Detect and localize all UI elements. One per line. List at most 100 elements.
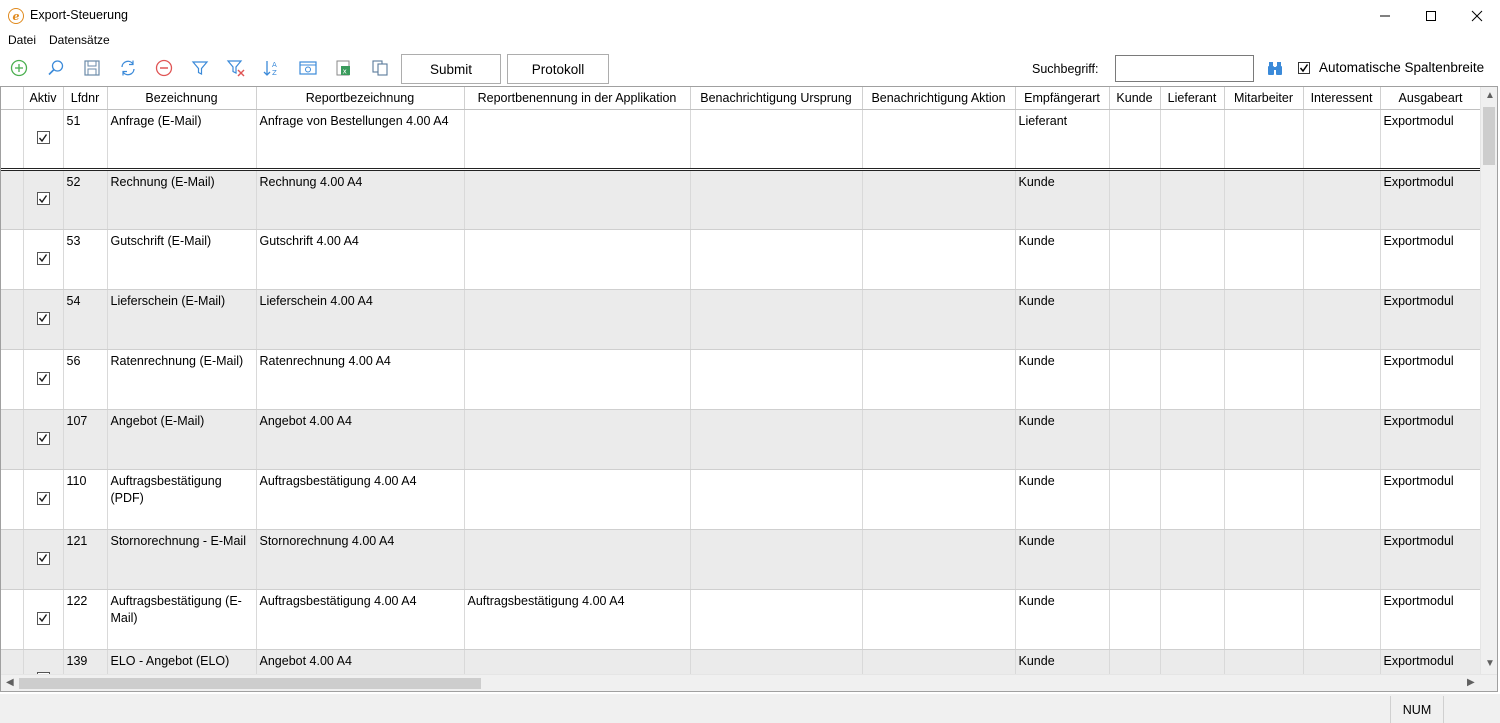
cell-reportbezeichnung[interactable]: Lieferschein 4.00 A4 [256, 289, 465, 350]
add-icon[interactable] [9, 58, 29, 78]
cell-aktion[interactable] [862, 409, 1016, 470]
scroll-up-icon[interactable]: ▲ [1485, 91, 1495, 101]
auto-width-checkbox[interactable]: Automatische Spaltenbreite [1298, 60, 1484, 75]
cell-reportbezeichnung[interactable]: Angebot 4.00 A4 [256, 409, 465, 470]
cell-kunde[interactable] [1109, 349, 1161, 410]
scroll-down-icon[interactable]: ▼ [1485, 659, 1495, 669]
cell-interessent[interactable] [1303, 589, 1381, 650]
cell-aktion[interactable] [862, 289, 1016, 350]
column-header[interactable]: Bezeichnung [107, 87, 257, 110]
column-header[interactable]: Kunde [1109, 87, 1161, 110]
cell-reportbezeichnung[interactable]: Stornorechnung 4.00 A4 [256, 529, 465, 590]
column-header[interactable]: Reportbenennung in der Applikation [464, 87, 691, 110]
cell-bezeichnung[interactable]: Lieferschein (E-Mail) [107, 289, 257, 350]
search-icon[interactable] [46, 58, 66, 78]
table-row[interactable]: 122 Auftragsbestätigung (E-Mail) Auftragsb… [1, 589, 1482, 650]
cell-empfaengerart[interactable]: Kunde [1015, 169, 1110, 230]
cell-aktion[interactable] [862, 469, 1016, 530]
cell-kunde[interactable] [1109, 589, 1161, 650]
cell-bezeichnung[interactable]: Gutschrift (E-Mail) [107, 229, 257, 290]
cell-reportbenennung[interactable] [464, 349, 691, 410]
cell-ausgabeart[interactable]: Exportmodul [1380, 529, 1482, 590]
cell-reportbezeichnung[interactable]: Anfrage von Bestellungen 4.00 A4 [256, 109, 465, 171]
cell-kunde[interactable] [1109, 169, 1161, 230]
row-selector[interactable] [1, 529, 24, 590]
checkbox-checked-icon[interactable] [1298, 61, 1310, 74]
cell-ursprung[interactable] [690, 469, 863, 530]
row-selector[interactable] [1, 469, 24, 530]
cell-lieferant[interactable] [1160, 289, 1225, 350]
menu-datei[interactable]: Datei [8, 33, 36, 47]
aktiv-checkbox[interactable] [36, 371, 50, 385]
submit-button[interactable]: Submit [401, 54, 501, 84]
cell-empfaengerart[interactable]: Lieferant [1015, 109, 1110, 171]
cell-lfdnr[interactable]: 53 [63, 229, 108, 290]
cell-reportbenennung[interactable] [464, 229, 691, 290]
cell-ursprung[interactable] [690, 349, 863, 410]
aktiv-checkbox[interactable] [36, 611, 50, 625]
horizontal-scroll-thumb[interactable] [19, 678, 481, 689]
cell-mitarbeiter[interactable] [1224, 289, 1304, 350]
cell-kunde[interactable] [1109, 109, 1161, 171]
cell-interessent[interactable] [1303, 169, 1381, 230]
aktiv-checkbox[interactable] [36, 131, 50, 145]
cell-aktion[interactable] [862, 529, 1016, 590]
cell-mitarbeiter[interactable] [1224, 169, 1304, 230]
cell-reportbezeichnung[interactable]: Ratenrechnung 4.00 A4 [256, 349, 465, 410]
table-row[interactable]: 121 Stornorechnung - E-Mail Stornorechnung… [1, 529, 1482, 590]
cell-lieferant[interactable] [1160, 349, 1225, 410]
filter-icon[interactable] [190, 58, 210, 78]
column-header[interactable]: Mitarbeiter [1224, 87, 1304, 110]
cell-aktion[interactable] [862, 229, 1016, 290]
delete-icon[interactable] [154, 58, 174, 78]
row-selector[interactable] [1, 349, 24, 410]
cell-empfaengerart[interactable]: Kunde [1015, 289, 1110, 350]
column-header[interactable]: Lieferant [1160, 87, 1225, 110]
cell-ausgabeart[interactable]: Exportmodul [1380, 469, 1482, 530]
cell-ursprung[interactable] [690, 109, 863, 171]
cell-mitarbeiter[interactable] [1224, 109, 1304, 171]
cell-bezeichnung[interactable]: Auftragsbestätigung (E-Mail) [107, 589, 257, 650]
cell-reportbezeichnung[interactable]: Rechnung 4.00 A4 [256, 169, 465, 230]
row-selector[interactable] [1, 289, 24, 350]
cell-interessent[interactable] [1303, 109, 1381, 171]
aktiv-checkbox[interactable] [36, 551, 50, 565]
copy-icon[interactable] [370, 58, 390, 78]
row-selector[interactable] [1, 169, 24, 230]
cell-reportbenennung[interactable] [464, 169, 691, 230]
cell-kunde[interactable] [1109, 409, 1161, 470]
table-row[interactable]: 56 Ratenrechnung (E-Mail) Ratenrechnung 4.… [1, 349, 1482, 410]
column-header[interactable]: Ausgabeart [1380, 87, 1482, 110]
cell-lfdnr[interactable]: 107 [63, 409, 108, 470]
cell-reportbenennung[interactable] [464, 469, 691, 530]
vertical-scroll-thumb[interactable] [1483, 107, 1495, 165]
cell-kunde[interactable] [1109, 289, 1161, 350]
column-header[interactable]: Aktiv [23, 87, 64, 110]
cell-mitarbeiter[interactable] [1224, 589, 1304, 650]
clear-filter-icon[interactable] [226, 58, 246, 78]
cell-bezeichnung[interactable]: Anfrage (E-Mail) [107, 109, 257, 171]
cell-mitarbeiter[interactable] [1224, 229, 1304, 290]
column-header[interactable]: Benachrichtigung Ursprung [690, 87, 863, 110]
cell-ausgabeart[interactable]: Exportmodul [1380, 349, 1482, 410]
cell-lieferant[interactable] [1160, 589, 1225, 650]
cell-lieferant[interactable] [1160, 409, 1225, 470]
cell-lieferant[interactable] [1160, 169, 1225, 230]
cell-lfdnr[interactable]: 54 [63, 289, 108, 350]
cell-lfdnr[interactable]: 52 [63, 169, 108, 230]
cell-lfdnr[interactable]: 110 [63, 469, 108, 530]
cell-ausgabeart[interactable]: Exportmodul [1380, 589, 1482, 650]
cell-interessent[interactable] [1303, 529, 1381, 590]
cell-reportbenennung[interactable] [464, 529, 691, 590]
row-selector-header[interactable] [1, 87, 24, 110]
cell-empfaengerart[interactable]: Kunde [1015, 409, 1110, 470]
aktiv-checkbox[interactable] [36, 192, 50, 206]
cell-bezeichnung[interactable]: Rechnung (E-Mail) [107, 169, 257, 230]
cell-reportbenennung[interactable] [464, 409, 691, 470]
column-header[interactable]: Lfdnr [63, 87, 108, 110]
cell-empfaengerart[interactable]: Kunde [1015, 229, 1110, 290]
cell-ursprung[interactable] [690, 529, 863, 590]
cell-kunde[interactable] [1109, 229, 1161, 290]
aktiv-checkbox[interactable] [36, 431, 50, 445]
protokoll-button[interactable]: Protokoll [507, 54, 609, 84]
